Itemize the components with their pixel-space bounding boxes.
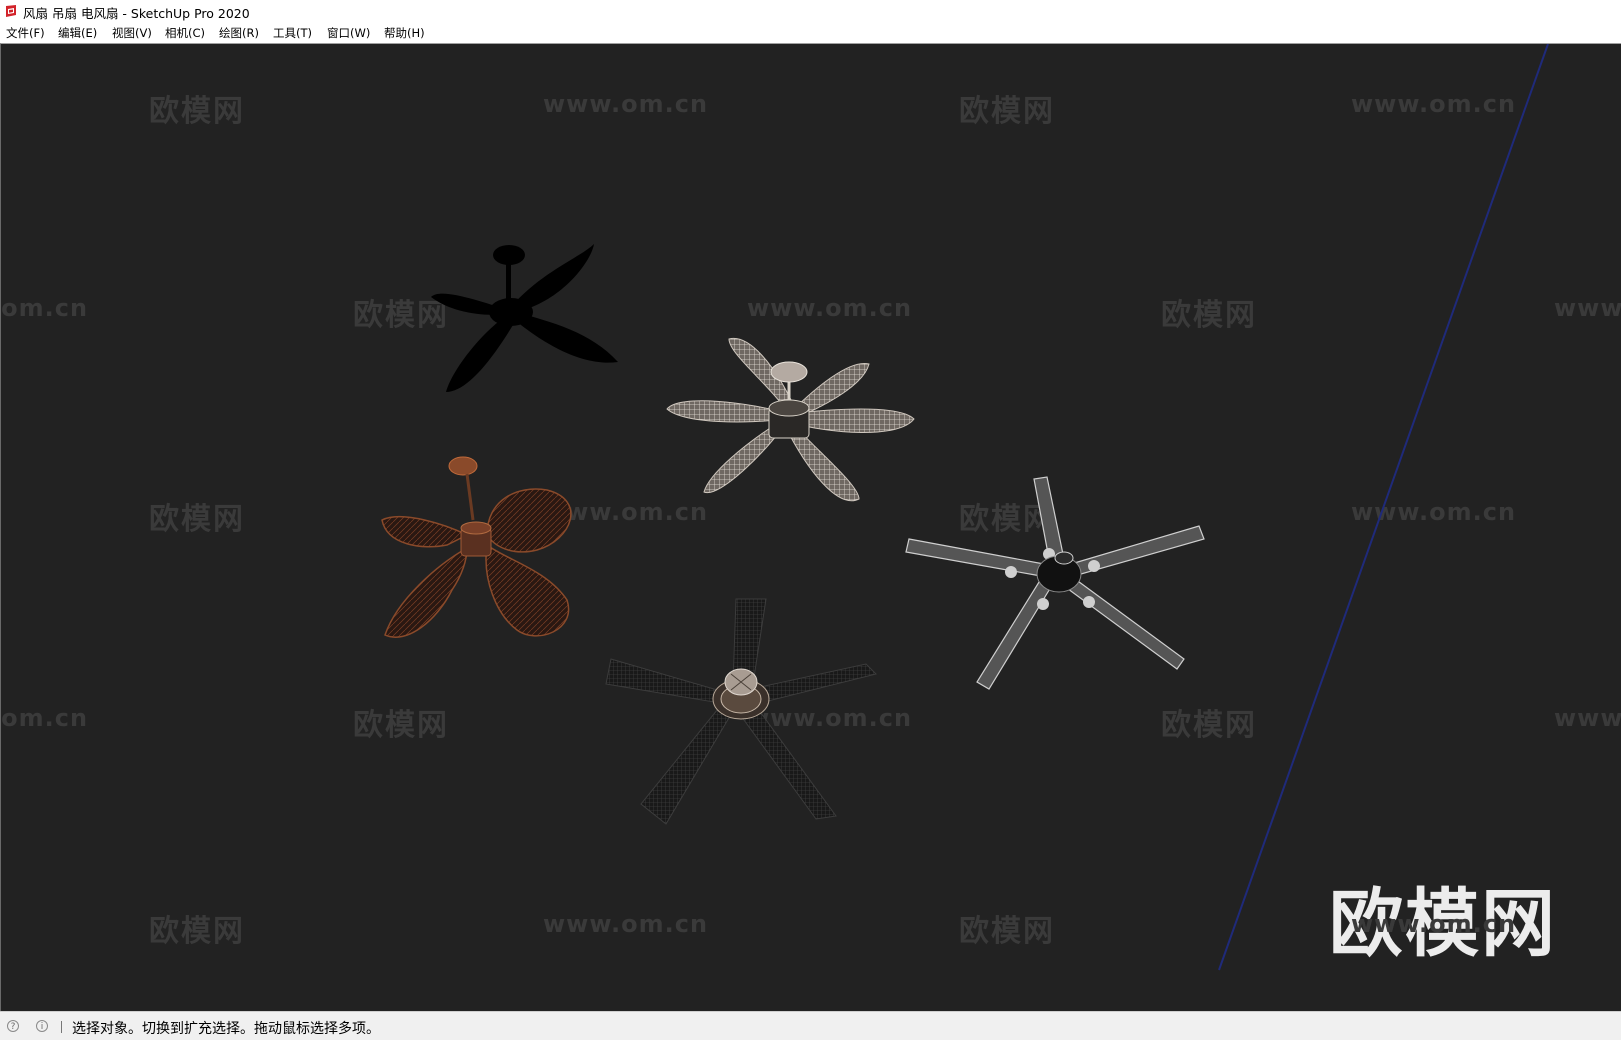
- menu-tools[interactable]: 工具(T): [273, 25, 312, 41]
- menu-edit[interactable]: 编辑(E): [58, 25, 97, 41]
- menu-help[interactable]: 帮助(H): [384, 25, 425, 41]
- sketchup-icon: [6, 5, 16, 17]
- info-icon[interactable]: i: [36, 1020, 48, 1032]
- blue-axis-line: [1218, 44, 1549, 971]
- ceiling-fan-black: [431, 244, 618, 392]
- menu-draw[interactable]: 绘图(R): [219, 25, 259, 41]
- geolocation-icon[interactable]: ?: [7, 1020, 19, 1032]
- menu-view[interactable]: 视图(V): [112, 25, 152, 41]
- status-separator: [61, 1021, 62, 1033]
- menu-camera[interactable]: 相机(C): [165, 25, 205, 41]
- ceiling-fan-grey: [905, 476, 1205, 690]
- ceiling-fan-dark: [605, 598, 877, 825]
- menu-file[interactable]: 文件(F): [6, 25, 45, 41]
- model-viewport[interactable]: 欧模网 www.om.cn 欧模网 www.om.cn www.om.cn 欧模…: [0, 43, 1621, 1011]
- menu-window[interactable]: 窗口(W): [327, 25, 370, 41]
- ceiling-fan-wicker: [666, 337, 915, 502]
- menu-bar: 文件(F) 编辑(E) 视图(V) 相机(C) 绘图(R) 工具(T) 窗口(W…: [0, 22, 1621, 43]
- title-bar: 风扇 吊扇 电风扇 - SketchUp Pro 2020: [0, 0, 1621, 22]
- window-title: 风扇 吊扇 电风扇 - SketchUp Pro 2020: [23, 6, 250, 21]
- ceiling-fan-palm: [381, 456, 572, 638]
- brand-logo-url: www.om.cn: [1351, 910, 1517, 938]
- status-bar: ? i 选择对象。切换到扩充选择。拖动鼠标选择多项。: [0, 1011, 1621, 1040]
- status-message: 选择对象。切换到扩充选择。拖动鼠标选择多项。: [72, 1021, 380, 1037]
